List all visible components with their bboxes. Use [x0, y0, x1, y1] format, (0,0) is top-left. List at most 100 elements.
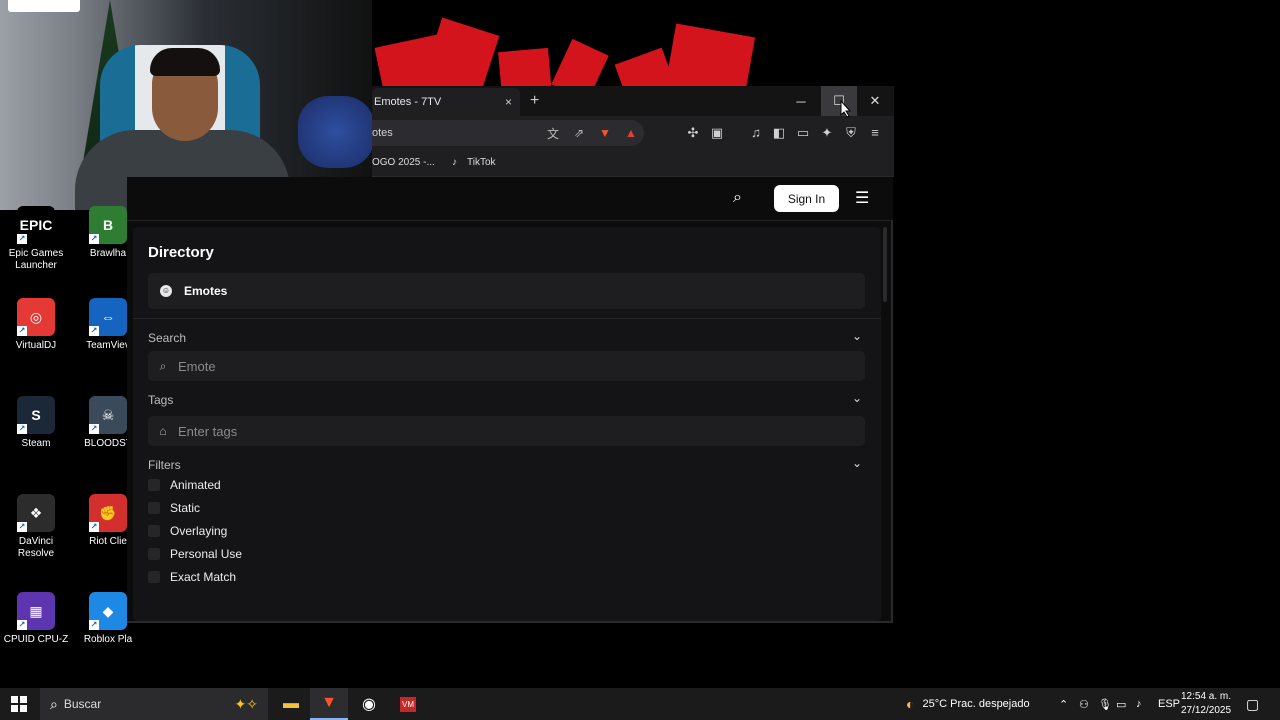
web-page: ⌕ Sign In ☰ Directory ☺ Emotes Search ⌄ … [127, 177, 893, 623]
chevron-down-icon[interactable]: ⌄ [852, 329, 862, 343]
voicemeeter-icon[interactable]: VM [389, 688, 427, 720]
filter-animated[interactable]: Animated [148, 476, 221, 494]
meet-now-icon[interactable]: ⚇ [1079, 688, 1089, 720]
url-text: otes [372, 127, 393, 139]
tab-close-icon[interactable]: × [505, 95, 520, 109]
filters-section-label: Filters [148, 458, 181, 472]
file-explorer-icon[interactable]: ▬ [272, 688, 310, 720]
tab-emotes[interactable]: Emotes - 7TV × [372, 88, 520, 116]
browser-window: Emotes - 7TV × + ─ ☐ ✕ otes 文 ⇗ ▼ ▲ ✣ ▣ … [372, 86, 894, 177]
scrollbar[interactable] [883, 227, 887, 302]
brave-browser-icon[interactable]: ▼ [310, 688, 348, 720]
desktop-icon-label: DaVinci Resolve [17, 536, 55, 559]
address-bar[interactable]: otes 文 ⇗ ▼ ▲ [372, 120, 644, 146]
media-icon[interactable]: ♫ [747, 125, 765, 140]
mouse-cursor-icon [840, 100, 852, 118]
vpn-icon[interactable]: ⛨ [842, 125, 860, 141]
tags-input[interactable] [178, 423, 865, 439]
desktop-icon-label: Steam [21, 438, 51, 449]
filter-label: Static [170, 501, 201, 515]
leo-ai-icon[interactable]: ✦ [818, 125, 836, 141]
sign-in-button[interactable]: Sign In [774, 185, 839, 212]
desktop-icon-label: Roblox Pla [83, 634, 133, 645]
smiley-icon: ☺ [160, 285, 172, 297]
brave-shields-icon[interactable]: ▼ [592, 126, 618, 140]
minimize-button[interactable]: ─ [783, 86, 819, 116]
new-tab-button[interactable]: + [530, 92, 539, 110]
directory-item-emotes[interactable]: ☺ Emotes [148, 273, 865, 309]
clock[interactable]: 12:54 a. m. 27/12/2025 [1176, 690, 1236, 718]
directory-panel: Directory ☺ Emotes Search ⌄ ⌕ Tags ⌄ ⌂ F… [133, 227, 881, 621]
taskbar-search[interactable]: ⌕ Buscar ✦✧ [40, 688, 268, 720]
hamburger-menu-icon[interactable]: ☰ [855, 188, 869, 208]
filter-static[interactable]: Static [148, 499, 200, 517]
volume-icon[interactable]: ♪ [1136, 688, 1142, 720]
desktop-icon-steam[interactable]: S ↗ Steam [0, 396, 72, 450]
wallet-icon[interactable]: ▭ [794, 125, 812, 141]
teamviewer-icon: ⇔ ↗ [89, 298, 127, 336]
obs-icon[interactable]: ◉ [350, 688, 388, 720]
screenshot-icon[interactable]: ▣ [708, 125, 726, 141]
shortcut-arrow-icon: ↗ [89, 326, 99, 336]
microphone-icon[interactable]: 🎙︎ [1098, 688, 1112, 720]
translate-icon[interactable]: 文 [540, 125, 566, 142]
filter-label: Personal Use [170, 547, 243, 561]
divider [133, 318, 881, 319]
tab-title: Emotes - 7TV [374, 96, 442, 108]
sparkle-icon: ✦✧ [234, 695, 258, 712]
bookmark-item[interactable]: OGO 2025 -... [372, 157, 435, 168]
checkbox[interactable] [148, 502, 160, 514]
tiktok-icon[interactable]: ♪ [452, 157, 457, 168]
close-window-button[interactable]: ✕ [857, 86, 893, 116]
site-header: ⌕ Sign In ☰ [127, 177, 893, 221]
tags-field[interactable]: ⌂ [148, 416, 865, 446]
browser-menu-icon[interactable]: ≡ [866, 125, 884, 140]
brave-rewards-icon[interactable]: ▲ [618, 126, 644, 140]
sidebar-icon[interactable]: ◧ [770, 125, 788, 141]
weather-widget[interactable]: ◐ 25°C Prac. despejado [906, 688, 1030, 720]
network-icon[interactable]: ▭ [1116, 688, 1126, 720]
filter-label: Overlaying [170, 524, 228, 538]
shortcut-arrow-icon: ↗ [89, 522, 99, 532]
chevron-down-icon[interactable]: ⌄ [852, 456, 862, 470]
desktop-icon-label: Epic Games Launcher [8, 248, 64, 271]
bookmark-item[interactable]: TikTok [467, 157, 496, 168]
desktop-icon-cpuz[interactable]: ▦ ↗ CPUID CPU-Z [0, 592, 72, 646]
shortcut-arrow-icon: ↗ [89, 620, 99, 630]
bloodstrike-icon: ☠ ↗ [89, 396, 127, 434]
virtualdj-icon: ◎ ↗ [17, 298, 55, 336]
weather-text: 25°C Prac. despejado [922, 698, 1030, 710]
checkbox[interactable] [148, 479, 160, 491]
filter-exact-match[interactable]: Exact Match [148, 568, 236, 586]
windows-start-icon[interactable] [0, 688, 38, 720]
search-icon: ⌕ [159, 358, 167, 373]
checkbox[interactable] [148, 571, 160, 583]
extensions-icon[interactable]: ✣ [684, 125, 702, 141]
emote-search-input[interactable] [178, 358, 865, 374]
emote-search-field[interactable]: ⌕ [148, 351, 865, 381]
filter-personal-use[interactable]: Personal Use [148, 545, 242, 563]
notifications-icon[interactable]: ▢ [1246, 688, 1259, 720]
desktop-icon-label: CPUID CPU-Z [3, 634, 69, 645]
clock-time: 12:54 a. m. [1180, 691, 1232, 702]
share-icon[interactable]: ⇗ [566, 126, 592, 140]
desktop-icon-epic[interactable]: EPIC ↗ Epic Games Launcher [0, 206, 72, 272]
shortcut-arrow-icon: ↗ [17, 234, 27, 244]
search-icon[interactable]: ⌕ [733, 189, 742, 207]
cpuz-icon: ▦ ↗ [17, 592, 55, 630]
tray-chevron-up-icon[interactable]: ⌃ [1059, 688, 1068, 720]
shortcut-arrow-icon: ↗ [17, 326, 27, 336]
filter-overlaying[interactable]: Overlaying [148, 522, 227, 540]
taskbar-search-text: Buscar [63, 697, 102, 711]
steam-icon: S ↗ [17, 396, 55, 434]
desktop-icon-virtualdj[interactable]: ◎ ↗ VirtualDJ [0, 298, 72, 352]
desktop-icon-davinci[interactable]: ❖ ↗ DaVinci Resolve [0, 494, 72, 560]
checkbox[interactable] [148, 525, 160, 537]
search-icon: ⌕ [50, 695, 58, 712]
shortcut-arrow-icon: ↗ [89, 234, 99, 244]
directory-item-label: Emotes [184, 284, 228, 298]
riot-icon: ✊ ↗ [89, 494, 127, 532]
chevron-down-icon[interactable]: ⌄ [852, 391, 862, 405]
shortcut-arrow-icon: ↗ [17, 620, 27, 630]
checkbox[interactable] [148, 548, 160, 560]
